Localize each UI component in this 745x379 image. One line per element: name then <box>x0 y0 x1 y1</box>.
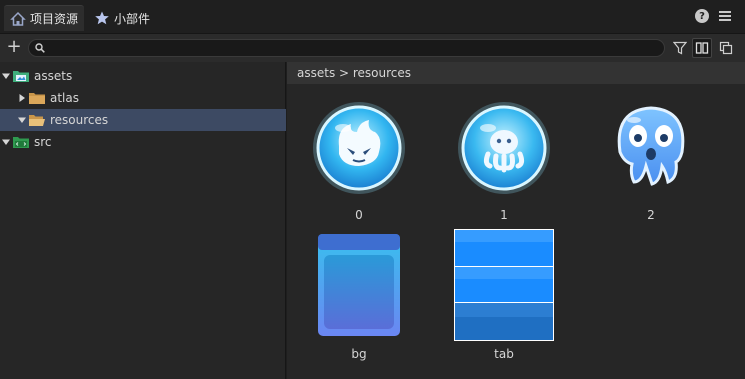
asset-thumbnail <box>581 90 721 205</box>
help-icon[interactable]: ? <box>695 9 709 23</box>
home-icon <box>10 11 26 26</box>
asset-grid: 0 1 2 bg tab <box>287 84 745 379</box>
search-icon <box>35 43 45 53</box>
asset-name: 2 <box>647 208 655 222</box>
asset-name: tab <box>494 347 514 361</box>
tab-label: 项目资源 <box>30 12 79 26</box>
asset-name: 0 <box>355 208 363 222</box>
asset-name: bg <box>351 347 367 361</box>
jelly-octopus-icon <box>617 105 685 186</box>
chevron-down-icon[interactable] <box>0 131 12 153</box>
breadcrumb[interactable]: assets > resources <box>297 66 411 80</box>
tree-node-src[interactable]: src <box>0 131 286 153</box>
star-icon <box>95 11 109 25</box>
folder-icon <box>29 93 45 104</box>
tab-widgets[interactable]: 小部件 <box>88 5 156 31</box>
tab-bar: 项目资源 小部件 ? <box>0 0 745 34</box>
search-box[interactable] <box>28 39 665 57</box>
asset-thumbnail <box>289 90 429 205</box>
chevron-down-icon[interactable] <box>0 65 12 87</box>
assets-folder-icon <box>13 71 29 82</box>
tree-node-label: assets <box>34 69 73 83</box>
spirit-orb-icon <box>313 101 405 194</box>
toolbar: + <box>0 34 745 62</box>
tree-node-label: src <box>34 135 52 149</box>
menu-icon[interactable] <box>719 11 731 21</box>
tab-strip-icon <box>454 229 554 341</box>
tree-node-assets[interactable]: assets <box>0 65 286 87</box>
split-view-icon <box>695 42 709 54</box>
filter-icon <box>673 41 687 55</box>
add-icon[interactable]: + <box>6 38 22 56</box>
asset-thumbnail <box>289 229 429 341</box>
tab-label: 小部件 <box>114 11 151 26</box>
tree-node-label: resources <box>50 113 109 127</box>
tab-project-assets[interactable]: 项目资源 <box>4 5 85 31</box>
copy-layers-icon <box>719 41 733 55</box>
breadcrumb-bar: assets > resources <box>287 62 745 84</box>
folder-open-icon <box>29 115 45 126</box>
src-folder-icon <box>13 137 29 148</box>
chevron-right-icon[interactable] <box>16 87 28 109</box>
asset-thumbnail <box>434 90 574 205</box>
asset-thumbnail <box>434 229 574 341</box>
filter-button[interactable] <box>670 38 690 58</box>
panel-bg-icon <box>318 234 400 336</box>
tree-node-label: atlas <box>50 91 79 105</box>
search-input[interactable] <box>51 40 651 56</box>
asset-tree: assets atlas resources src <box>0 62 286 379</box>
tree-node-resources[interactable]: resources <box>0 109 286 131</box>
split-view-button[interactable] <box>692 38 712 58</box>
asset-name: 1 <box>500 208 508 222</box>
chevron-down-icon[interactable] <box>16 109 28 131</box>
collapse-button[interactable] <box>716 38 736 58</box>
octopus-orb-icon <box>458 101 550 194</box>
tree-node-atlas[interactable]: atlas <box>0 87 286 109</box>
